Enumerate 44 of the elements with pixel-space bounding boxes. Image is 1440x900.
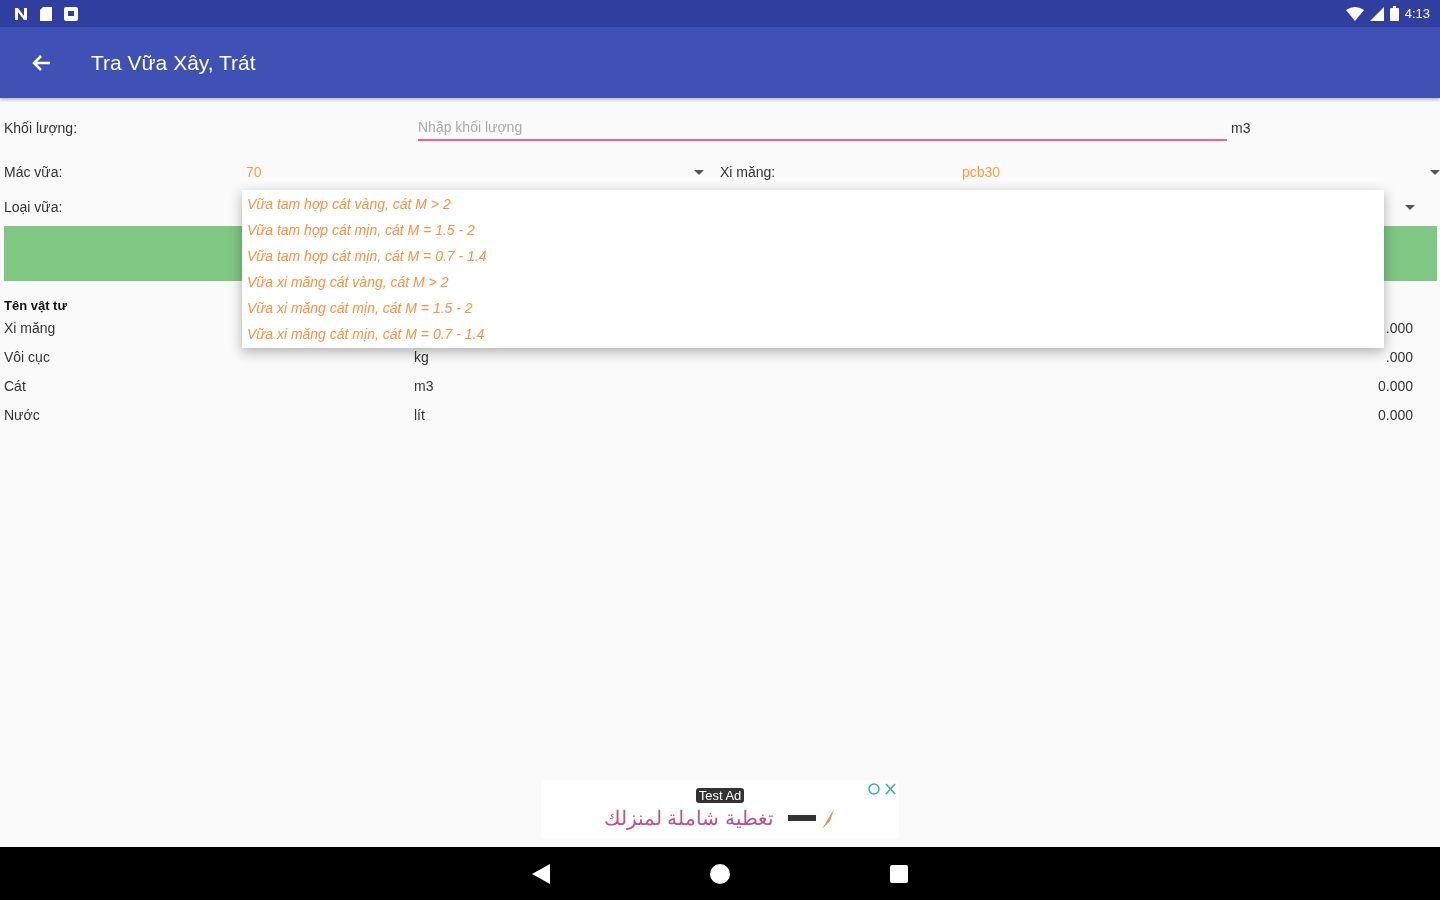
dropdown-option[interactable]: Vữa tam hợp cát mịn, cát M = 0.7 - 1.4 [242, 243, 1384, 269]
ad-badge: Test Ad [695, 787, 745, 803]
caret-icon[interactable] [1405, 204, 1415, 210]
notification-icon [14, 6, 28, 21]
field-label: Xi măng: [720, 164, 777, 180]
table-cell: Vôi cục [4, 348, 50, 365]
sd-card-icon [40, 6, 52, 21]
table-cell-text: .000 [1384, 348, 1413, 365]
table-cell: Nước [4, 406, 40, 423]
wifi-icon [1345, 6, 1364, 21]
field-label: Khối lượng: [4, 120, 79, 136]
home-icon[interactable] [710, 863, 730, 884]
clock: 4:13 [1404, 6, 1430, 21]
recents-icon[interactable] [890, 864, 908, 883]
grade-dropdown[interactable]: 70 [246, 164, 690, 180]
table-cell-text: 0.000 [1376, 406, 1413, 423]
volume-input[interactable]: Nhập khối lượng [418, 115, 1227, 141]
battery-icon [1389, 6, 1399, 21]
dropdown-option[interactable]: Vữa xi măng cát mịn, cát M = 1.5 - 2 [242, 295, 1384, 321]
dropdown-option[interactable]: Vữa xi măng cát vàng, cát M > 2 [242, 269, 1384, 295]
dropdown-option[interactable]: Vữa tam hợp cát vàng, cát M > 2 [242, 191, 1384, 217]
signal-icon [1369, 6, 1384, 21]
cement-dropdown[interactable]: pcb30 [962, 164, 1426, 180]
column-header: Tên vật tư [4, 298, 67, 313]
close-icon[interactable] [868, 783, 896, 795]
back-arrow-icon[interactable] [31, 53, 51, 72]
screen-title: Tra Vữa Xây, Trát [91, 50, 256, 75]
dropdown-option[interactable]: Vữa tam hợp cát mịn, cát M = 1.5 - 2 [242, 217, 1384, 243]
table-cell: kg [414, 348, 429, 365]
table-cell: Cát [4, 377, 26, 394]
image-icon [64, 6, 78, 21]
caret-icon[interactable] [1430, 169, 1440, 175]
field-label: Loại vữa: [4, 199, 63, 215]
ad-text: تغطية شاملة لمنزلك [603, 805, 775, 830]
field-label: Mác vữa: [4, 164, 64, 180]
caret-icon[interactable] [694, 169, 704, 175]
table-cell: m3 [414, 377, 434, 394]
dropdown-option[interactable]: Vữa xi măng cát mịn, cát M = 0.7 - 1.4 [242, 321, 1384, 347]
unit-label: m3 [1231, 120, 1251, 136]
table-cell-text: 0.000 [1376, 377, 1413, 394]
table-cell-text: .000 [1384, 319, 1413, 336]
table-cell: lít [414, 406, 425, 423]
back-icon[interactable] [532, 863, 550, 884]
table-cell: Xi măng [4, 319, 56, 336]
